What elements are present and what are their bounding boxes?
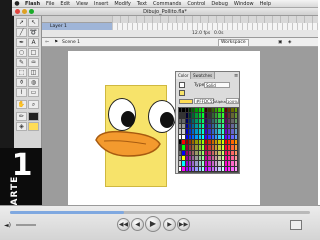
previous-icon[interactable]: ◀ xyxy=(131,218,144,231)
pen-tool-icon[interactable]: ✒ xyxy=(16,38,27,47)
beak-shape xyxy=(95,130,161,157)
fill-color-swatch[interactable] xyxy=(28,122,39,131)
selection-tool-icon[interactable]: ➚ xyxy=(16,18,27,27)
eraser-tool-icon[interactable]: ▭ xyxy=(28,88,39,97)
workspace-dropdown[interactable]: Workspace xyxy=(218,39,249,47)
tab-swatches[interactable]: Swatches xyxy=(191,72,216,79)
free-transform-tool-icon[interactable]: ⬚ xyxy=(16,68,27,77)
eyedropper-tool-icon[interactable]: ⌇ xyxy=(16,88,27,97)
duck-left-pupil xyxy=(121,111,135,127)
menu-modify[interactable]: Modify xyxy=(111,1,134,7)
fill-transform-tool-icon[interactable]: ◫ xyxy=(28,68,39,77)
menu-commands[interactable]: Commands xyxy=(150,1,184,7)
timeline-status-bar: 12.0 fps 0.0s xyxy=(42,30,318,38)
tools-panel: ➚ ↖ ╱ ➰ ✒ A ○ □ ✎ ♒ ⬚ ◫ ⚱ ◍ ⌇ ▭ ✋ ⌕ ✏ ◈ xyxy=(14,16,42,148)
menu-text[interactable]: Text xyxy=(134,1,150,7)
scene-icon: ⚑ xyxy=(54,40,59,45)
line-tool-icon[interactable]: ╱ xyxy=(16,28,27,37)
scene-label: Scene 1 xyxy=(62,40,81,45)
back-arrow-icon[interactable]: ⇦ xyxy=(45,38,49,47)
document-title-bar: Dibujo_Pollito.fla* xyxy=(12,8,318,16)
edit-bar: ⇦ ⚑ Scene 1 Workspace ▣ ◈ xyxy=(42,38,318,47)
zoom-window-icon[interactable] xyxy=(29,9,34,14)
timeline-frame-ruler[interactable] xyxy=(112,16,318,23)
progress-scrubber[interactable] xyxy=(10,211,310,214)
tab-color[interactable]: Color xyxy=(176,72,192,79)
color-mixer-panel: Color Swatches ≡ Type: Solid #FFDC55 Alp… xyxy=(175,71,240,174)
menu-file[interactable]: File xyxy=(43,1,57,7)
panel-menu-icon[interactable]: ≡ xyxy=(234,73,238,79)
volume-slider[interactable] xyxy=(16,224,36,226)
edit-symbol-icon[interactable]: ◈ xyxy=(288,38,291,47)
rewind-icon[interactable]: ◀◀ xyxy=(117,218,130,231)
document-title: Dibujo_Pollito.fla* xyxy=(143,9,187,15)
apple-icon[interactable]: ● xyxy=(12,0,22,7)
stroke-color-swatch[interactable] xyxy=(28,112,39,121)
stroke-swatch-icon[interactable] xyxy=(179,82,185,88)
menu-debug[interactable]: Debug xyxy=(208,1,230,7)
hex-input[interactable]: #FFDC55 xyxy=(194,98,215,104)
next-icon[interactable]: ▶ xyxy=(163,218,176,231)
hand-tool-icon[interactable]: ✋ xyxy=(16,100,27,109)
brush-tool-icon[interactable]: ♒ xyxy=(28,58,39,67)
zoom-tool-icon[interactable]: ⌕ xyxy=(28,100,39,109)
minimize-window-icon[interactable] xyxy=(22,9,27,14)
menu-control[interactable]: Control xyxy=(184,1,208,7)
fast-forward-icon[interactable]: ▶▶ xyxy=(177,218,190,231)
duck-beak[interactable] xyxy=(94,126,164,160)
alpha-input[interactable]: 100% xyxy=(226,98,239,104)
paint-bucket-tool-icon[interactable]: ◍ xyxy=(28,78,39,87)
ink-bottle-tool-icon[interactable]: ⚱ xyxy=(16,78,27,87)
timeline-fps: 12.0 fps xyxy=(192,31,211,36)
progress-fill xyxy=(10,211,124,214)
part-overlay: 1 PARTE xyxy=(0,148,42,212)
stroke-color-icon[interactable]: ✏ xyxy=(16,112,27,121)
menu-flash[interactable]: Flash xyxy=(22,1,43,7)
timeline-frames[interactable] xyxy=(112,23,318,30)
subselection-tool-icon[interactable]: ↖ xyxy=(28,18,39,27)
menu-bar: ● Flash File Edit View Insert Modify Tex… xyxy=(12,0,318,8)
timeline-layer-row[interactable]: Layer 1 xyxy=(42,23,112,30)
color-swatch[interactable] xyxy=(234,166,238,172)
timeline-time: 0.0s xyxy=(214,31,224,36)
color-swatch-grid[interactable] xyxy=(178,107,239,173)
fill-swatch-icon[interactable] xyxy=(179,90,185,96)
fill-color-icon[interactable]: ◈ xyxy=(16,122,27,131)
volume-icon[interactable]: ◄) xyxy=(4,222,11,229)
type-select[interactable]: Solid xyxy=(204,82,230,88)
close-window-icon[interactable] xyxy=(15,9,20,14)
play-icon[interactable]: ▶ xyxy=(145,216,161,232)
timeline-panel: Layer 1 12.0 fps 0.0s xyxy=(42,16,318,38)
menu-view[interactable]: View xyxy=(73,1,91,7)
selected-color-chip[interactable] xyxy=(179,99,193,104)
fullscreen-icon[interactable] xyxy=(290,220,302,230)
menu-window[interactable]: Window xyxy=(231,1,257,7)
video-player-bar: ◄) ◀◀ ◀ ▶ ▶ ▶▶ xyxy=(0,205,320,240)
menu-insert[interactable]: Insert xyxy=(91,1,111,7)
text-tool-icon[interactable]: A xyxy=(28,38,39,47)
oval-tool-icon[interactable]: ○ xyxy=(16,48,27,57)
lasso-tool-icon[interactable]: ➰ xyxy=(28,28,39,37)
menu-help[interactable]: Help xyxy=(257,1,274,7)
rectangle-tool-icon[interactable]: □ xyxy=(28,48,39,57)
menu-edit[interactable]: Edit xyxy=(57,1,73,7)
edit-scene-icon[interactable]: ▣ xyxy=(278,38,282,47)
pencil-tool-icon[interactable]: ✎ xyxy=(16,58,27,67)
layer-name: Layer 1 xyxy=(50,24,67,29)
